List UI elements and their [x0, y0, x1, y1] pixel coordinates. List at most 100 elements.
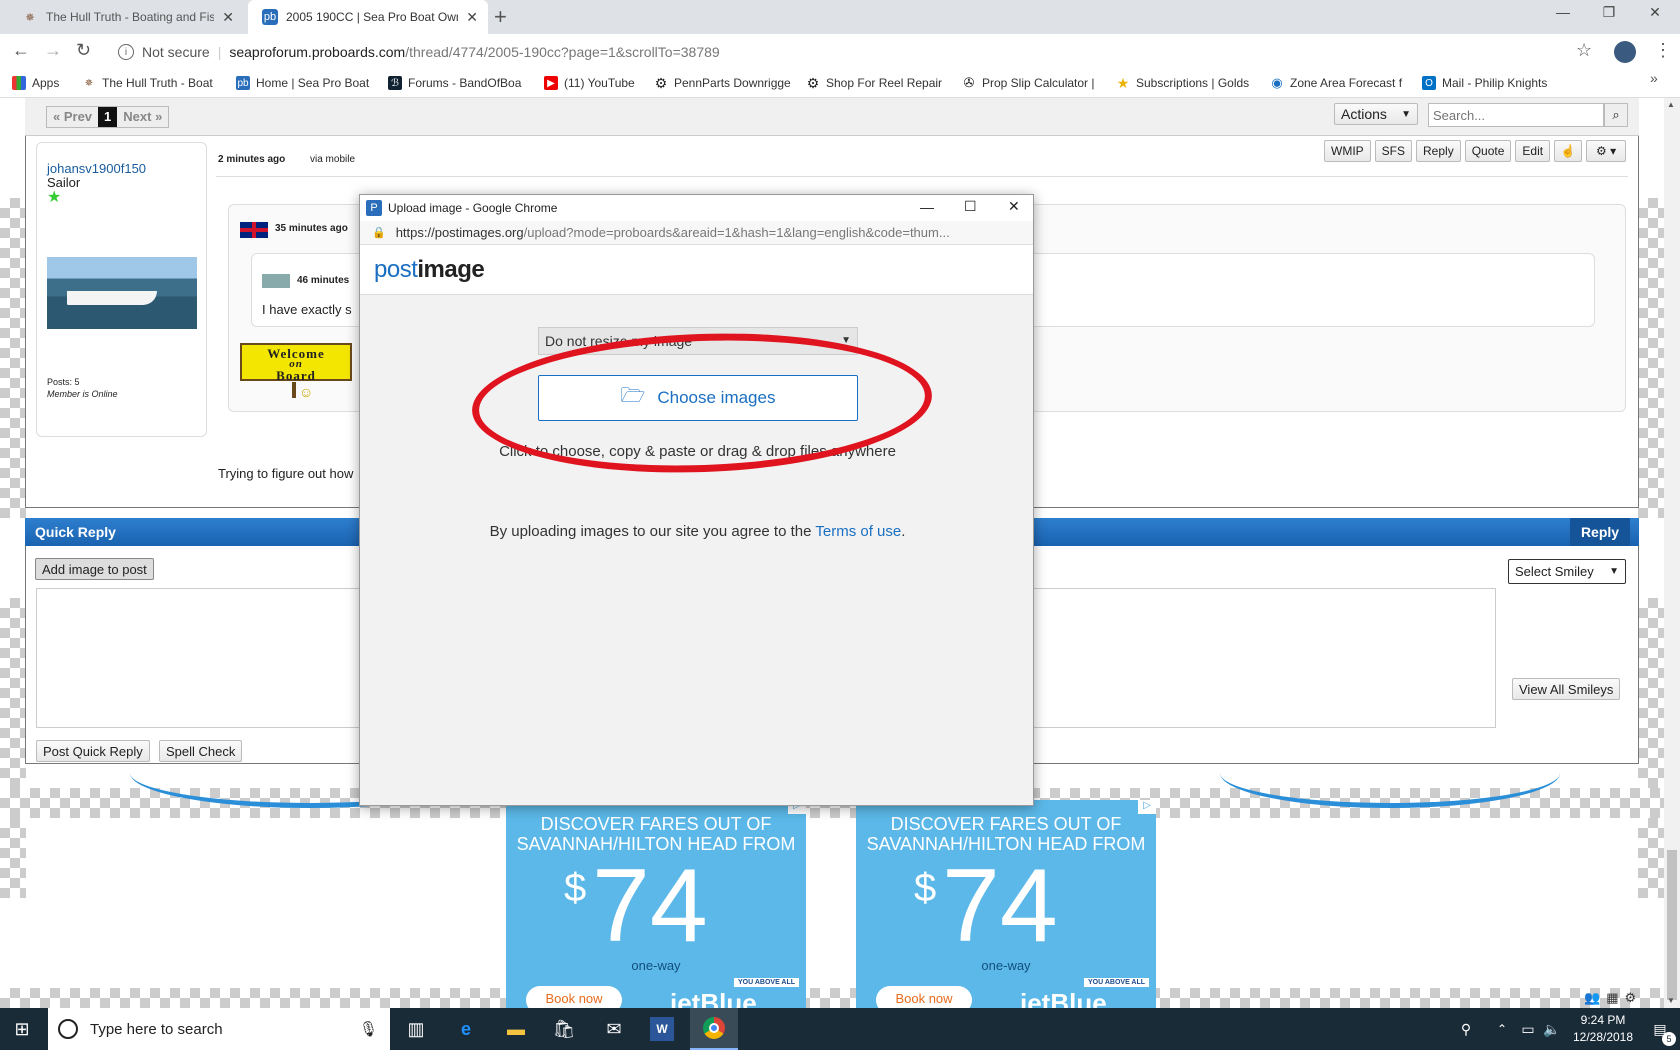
bookmark-hull-truth[interactable]: ✵ The Hull Truth - Boat [82, 76, 213, 90]
close-window-button[interactable]: ✕ [1632, 4, 1678, 21]
jetblue-ad-1[interactable]: DISCOVER FARES OUT OF SAVANNAH/HILTON HE… [506, 800, 806, 1008]
like-icon[interactable]: ☝ [1554, 140, 1583, 162]
tab-sea-pro[interactable]: pb 2005 190CC | Sea Pro Boat Owne ✕ [248, 0, 488, 34]
wmip-button[interactable]: WMIP [1324, 140, 1371, 162]
popup-url-rest: /upload?mode=proboards&areaid=1&hash=1&l… [523, 225, 950, 240]
bookmark-reel-repair[interactable]: ⚙ Shop For Reel Repair [806, 74, 943, 91]
book-now-button[interactable]: Book now [876, 986, 972, 1008]
avatar[interactable] [1614, 41, 1636, 63]
network-icon[interactable]: ▭ [1516, 1017, 1540, 1041]
bookmark-prop-slip[interactable]: ✇ Prop Slip Calculator | [962, 75, 1095, 90]
adchoices-icon[interactable]: ▷ [1138, 800, 1156, 814]
popup-address-bar[interactable]: 🔒 https://postimages.org /upload?mode=pr… [360, 221, 1033, 245]
mail-icon[interactable]: ✉ [602, 1017, 626, 1041]
terms-of-use-link[interactable]: Terms of use [815, 523, 901, 540]
reply-button[interactable]: Reply [1416, 140, 1461, 162]
quote-button[interactable]: Quote [1464, 140, 1512, 162]
forward-icon[interactable]: → [44, 40, 62, 61]
people-icon[interactable]: ⚲ [1454, 1017, 1478, 1041]
microphone-icon[interactable]: 🎙 [359, 1020, 378, 1038]
reload-icon[interactable]: ↻ [76, 40, 91, 61]
post-quick-reply-button[interactable]: Post Quick Reply [36, 740, 150, 762]
boat-hull-shape [67, 291, 157, 305]
ad-currency: $ [564, 866, 587, 910]
chrome-taskbar-button[interactable] [690, 1008, 738, 1050]
file-explorer-icon[interactable]: ▬ [504, 1017, 528, 1041]
next-page-link[interactable]: Next » [117, 107, 168, 127]
tab-title: The Hull Truth - Boating and Fishi [46, 10, 215, 24]
gear-icon: ⚙ [806, 74, 820, 91]
add-image-button[interactable]: Add image to post [35, 558, 154, 580]
edit-button[interactable]: Edit [1515, 140, 1551, 162]
ad-price-block: $ 74 [856, 854, 1156, 958]
jetblue-ad-2[interactable]: DISCOVER FARES OUT OF SAVANNAH/HILTON HE… [856, 800, 1156, 1008]
bookmark-zone-forecast[interactable]: ◉ Zone Area Forecast f [1270, 75, 1402, 90]
menu-icon[interactable]: ⋮ [1654, 40, 1672, 61]
scrollbar-thumb[interactable] [1667, 850, 1677, 1000]
author-panel: johansv1900f150 Sailor ★ Posts: 5 Member… [36, 142, 207, 437]
edge-icon[interactable]: e [454, 1017, 478, 1041]
close-tab-icon[interactable]: ✕ [466, 9, 478, 26]
postimage-logo[interactable]: postimage [374, 256, 485, 284]
chevron-down-icon: ▼ [1609, 566, 1619, 577]
popup-minimize-button[interactable]: — [920, 199, 934, 215]
close-tab-icon[interactable]: ✕ [222, 9, 234, 26]
bookmark-sea-pro[interactable]: pb Home | Sea Pro Boat [236, 76, 369, 90]
bookmark-mail[interactable]: O Mail - Philip Knights [1422, 76, 1547, 90]
popup-close-button[interactable]: ✕ [1008, 198, 1020, 215]
bookmark-youtube[interactable]: ▶ (11) YouTube [544, 76, 635, 90]
quick-reply-link[interactable]: Reply [1570, 518, 1630, 546]
volume-icon[interactable]: 🔈 [1540, 1017, 1564, 1041]
gear-icon[interactable]: ⚙ ▾ [1586, 140, 1627, 162]
bookmark-label: Shop For Reel Repair [826, 76, 943, 90]
sfs-button[interactable]: SFS [1374, 140, 1413, 162]
ad-headline: DISCOVER FARES OUT OF [890, 814, 1122, 834]
layout-icon[interactable]: ▦ [1606, 990, 1618, 1006]
book-now-button[interactable]: Book now [526, 986, 622, 1008]
users-icon[interactable]: 👥 [1584, 990, 1600, 1006]
task-view-icon[interactable]: ▥ [404, 1017, 428, 1041]
ad-price: 74 [942, 848, 1058, 964]
page-scrollbar[interactable]: ▲ ▼ [1664, 98, 1680, 1008]
spell-check-button[interactable]: Spell Check [159, 740, 243, 762]
actions-dropdown[interactable]: Actions ▼ [1334, 103, 1418, 125]
search-icon[interactable]: ⌕ [1604, 103, 1628, 127]
tab-hull-truth[interactable]: ✵ The Hull Truth - Boating and Fishi ✕ [8, 0, 244, 34]
select-smiley-dropdown[interactable]: Select Smiley ▼ [1508, 559, 1626, 584]
postimage-icon: P [366, 200, 382, 216]
forum-search-input[interactable] [1428, 103, 1604, 127]
scroll-up-icon[interactable]: ▲ [1667, 100, 1675, 109]
popup-url-host: https://postimages.org [395, 225, 524, 240]
info-icon[interactable]: i [118, 44, 134, 60]
ad-currency: $ [914, 866, 937, 910]
bookmark-bandofboaters[interactable]: ℬ Forums - BandOfBoa [388, 76, 521, 90]
uk-flag-icon [240, 222, 268, 238]
more-bookmarks-icon[interactable]: » [1650, 70, 1658, 86]
author-name[interactable]: johansv1900f150 [47, 161, 146, 176]
tab-strip: ✵ The Hull Truth - Boating and Fishi ✕ p… [0, 0, 1680, 34]
address-bar[interactable]: i Not secure | seaproforum.proboards.com… [108, 37, 1580, 67]
clock[interactable]: 9:24 PM 12/28/2018 [1566, 1012, 1640, 1046]
scroll-down-icon[interactable]: ▼ [1667, 996, 1675, 1005]
taskbar-search[interactable]: Type here to search 🎙 [48, 1008, 390, 1050]
upload-image-popup: P Upload image - Google Chrome — ☐ ✕ 🔒 h… [359, 194, 1034, 806]
bookmark-pennparts[interactable]: ⚙ PennParts Downrigge [654, 75, 791, 91]
new-tab-button[interactable]: + [494, 4, 507, 30]
popup-maximize-button[interactable]: ☐ [964, 198, 977, 215]
bookmark-apps[interactable]: Apps [12, 76, 59, 90]
back-icon[interactable]: ← [12, 40, 30, 61]
store-icon[interactable]: 🛍 [552, 1017, 576, 1041]
tab-title: 2005 190CC | Sea Pro Boat Owne [286, 10, 459, 24]
bookmark-star-icon[interactable]: ☆ [1576, 40, 1592, 61]
quote2-time: 46 minutes [297, 275, 350, 286]
chevron-up-icon[interactable]: ⌃ [1490, 1017, 1514, 1041]
post-divider [216, 176, 1628, 177]
gear-icon[interactable]: ⚙ [1624, 990, 1636, 1006]
minimize-button[interactable]: — [1540, 4, 1586, 20]
windows-start-icon[interactable]: ⊞ [10, 1017, 34, 1041]
view-all-smileys-button[interactable]: View All Smileys [1512, 678, 1621, 700]
bookmark-subscriptions[interactable]: ★ Subscriptions | Golds [1116, 75, 1249, 91]
prev-page-link[interactable]: « Prev [47, 107, 98, 127]
word-icon[interactable]: W [650, 1017, 674, 1041]
restore-button[interactable]: ❐ [1586, 4, 1632, 21]
